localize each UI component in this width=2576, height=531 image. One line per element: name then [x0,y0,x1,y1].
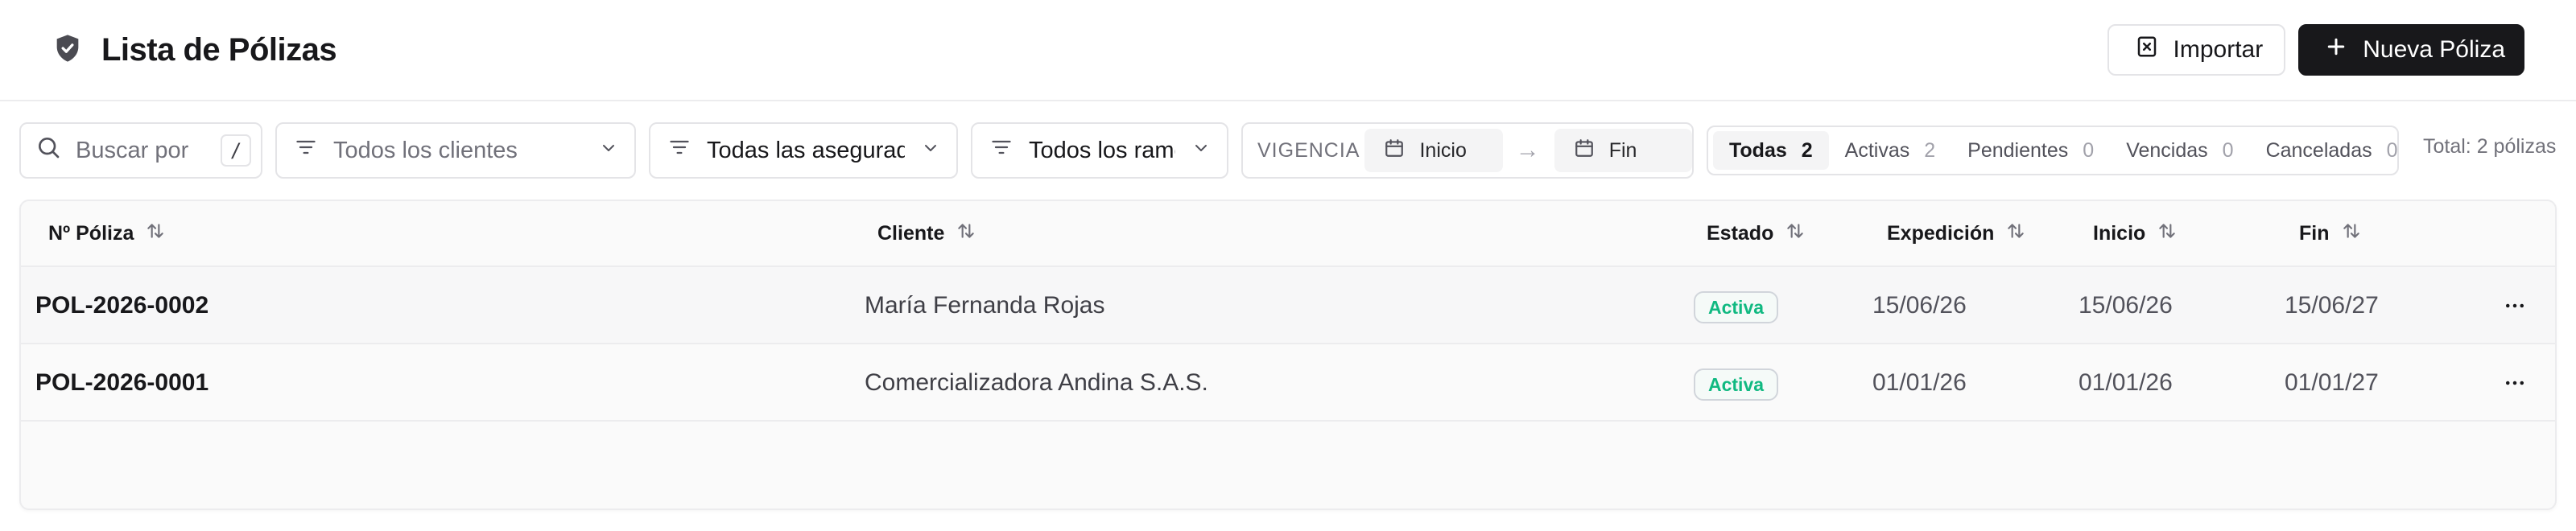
client-name: Comercializadora Andina S.A.S. [865,369,1208,396]
chevron-down-icon [1191,138,1211,164]
end-date: 01/01/27 [2285,369,2379,396]
column-label: Cliente [877,221,945,245]
vigencia-label: VIGENCIA [1257,138,1360,162]
start-date-picker[interactable]: Inicio [1364,129,1503,172]
calendar-icon [1574,138,1595,164]
end-date-placeholder: Fin [1608,138,1637,162]
date-range-arrow: → [1515,137,1540,163]
shield-check-icon [52,32,84,68]
new-policy-button[interactable]: Nueva Póliza [2298,24,2524,76]
sort-icon [956,220,976,247]
vigencia-range: VIGENCIA Inicio → Fin [1241,122,1694,179]
column-label: Expedición [1887,221,1995,245]
tab-count: 2 [1801,138,1813,162]
sort-icon [2157,220,2178,247]
total-count: Total: 2 pólizas [2423,135,2557,158]
import-button[interactable]: Importar [2107,24,2286,76]
tab-vencidas[interactable]: Vencidas 0 [2110,131,2249,170]
status-tabs: Todas 2 Activas 2 Pendientes 0 Vencidas … [1707,126,2399,175]
search-shortcut-key: / [221,134,251,167]
plus-icon [2324,35,2348,65]
filter-lines-icon [668,136,691,165]
filter-lines-icon [295,136,317,165]
page-title: Lista de Pólizas [101,31,337,68]
issued-date: 15/06/26 [1872,292,1967,319]
title-wrap: Lista de Pólizas [52,31,337,68]
table-header: Nº Póliza Cliente Estado Expedición Inic… [21,201,2555,267]
column-header-start[interactable]: Inicio [2093,201,2178,266]
branches-select[interactable]: Todos los ramos [971,122,1228,179]
search-input[interactable]: Buscar por [76,138,206,164]
column-header-end[interactable]: Fin [2299,201,2362,266]
column-header-issued[interactable]: Expedición [1887,201,2026,266]
page-header: Lista de Pólizas Importar Nueva Póliza [0,0,2576,101]
table-row[interactable]: POL-2026-0002 María Fernanda Rojas Activ… [21,267,2555,344]
tab-label: Vencidas [2126,138,2208,162]
policies-table: Nº Póliza Cliente Estado Expedición Inic… [19,200,2557,510]
header-actions: Importar Nueva Póliza [2107,24,2524,76]
new-policy-button-label: Nueva Póliza [2363,36,2505,63]
issued-date: 01/01/26 [1872,369,1967,396]
filter-lines-icon [990,136,1013,165]
sort-icon [2005,220,2026,247]
client-name: María Fernanda Rojas [865,292,1105,319]
branches-select-value: Todos los ramos [1029,137,1175,163]
policy-number[interactable]: POL-2026-0002 [35,267,208,344]
tab-pendientes[interactable]: Pendientes 0 [1951,131,2110,170]
tab-count: 0 [2083,138,2095,162]
start-date: 01/01/26 [2079,369,2173,396]
status-badge: Activa [1694,368,1779,401]
sort-icon [1785,220,1806,247]
column-label: Inicio [2093,221,2146,245]
chevron-down-icon [921,138,940,164]
end-date-picker[interactable]: Fin [1554,129,1692,172]
more-actions-icon[interactable] [2499,290,2531,322]
search-icon [35,134,61,167]
tab-count: 2 [1924,138,1936,162]
table-row[interactable]: POL-2026-0001 Comercializadora Andina S.… [21,344,2555,422]
tab-todas[interactable]: Todas 2 [1713,131,1829,170]
sort-icon [2341,220,2362,247]
tab-label: Pendientes [1967,138,2069,162]
tab-label: Todas [1729,138,1787,162]
tab-label: Activas [1844,138,1910,162]
more-actions-icon[interactable] [2499,367,2531,399]
clients-select-value: Todos los clientes [333,137,518,163]
sort-icon [145,220,166,247]
column-header-client[interactable]: Cliente [877,201,976,266]
tab-activas[interactable]: Activas 2 [1829,131,1952,170]
tab-label: Canceladas [2265,138,2372,162]
import-button-label: Importar [2173,36,2264,63]
column-header-status[interactable]: Estado [1707,201,1806,266]
insurers-select-value: Todas las aseguradoras [707,137,905,163]
chevron-down-icon [599,138,618,164]
calendar-icon [1384,138,1405,164]
start-date: 15/06/26 [2079,292,2173,319]
end-date: 15/06/27 [2285,292,2379,319]
column-header-number[interactable]: Nº Póliza [48,201,166,266]
status-badge: Activa [1694,291,1779,323]
tab-count: 0 [2222,138,2234,162]
tab-canceladas[interactable]: Canceladas 0 [2250,131,2414,170]
search-field[interactable]: Buscar por / [19,122,262,179]
clients-select[interactable]: Todos los clientes [275,122,636,179]
column-label: Estado [1707,221,1774,245]
tab-count: 0 [2386,138,2398,162]
column-label: Nº Póliza [48,221,134,245]
policy-number[interactable]: POL-2026-0001 [35,344,208,422]
insurers-select[interactable]: Todas las aseguradoras [649,122,958,179]
file-spreadsheet-icon [2135,35,2159,65]
start-date-placeholder: Inicio [1419,138,1467,162]
column-label: Fin [2299,221,2330,245]
